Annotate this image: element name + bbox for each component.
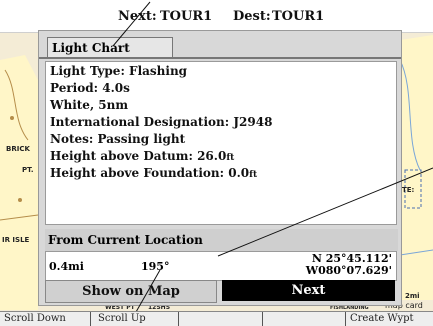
softkey-divider bbox=[345, 312, 346, 326]
softkey-divider bbox=[262, 312, 263, 326]
device-screen: BRICK PT. IR ISLE TE: 2mi map card WEST … bbox=[0, 0, 433, 326]
create-waypoint-softkey[interactable]: Create Wypt bbox=[350, 313, 414, 324]
annotation-lines bbox=[112, 1, 433, 326]
softkey-divider bbox=[90, 312, 91, 326]
softkey-divider bbox=[178, 312, 179, 326]
scroll-up-softkey[interactable]: Scroll Up bbox=[98, 313, 146, 324]
softkey-bar: Scroll Down Scroll Up Create Wypt bbox=[0, 311, 433, 326]
scroll-down-softkey[interactable]: Scroll Down bbox=[4, 313, 66, 324]
